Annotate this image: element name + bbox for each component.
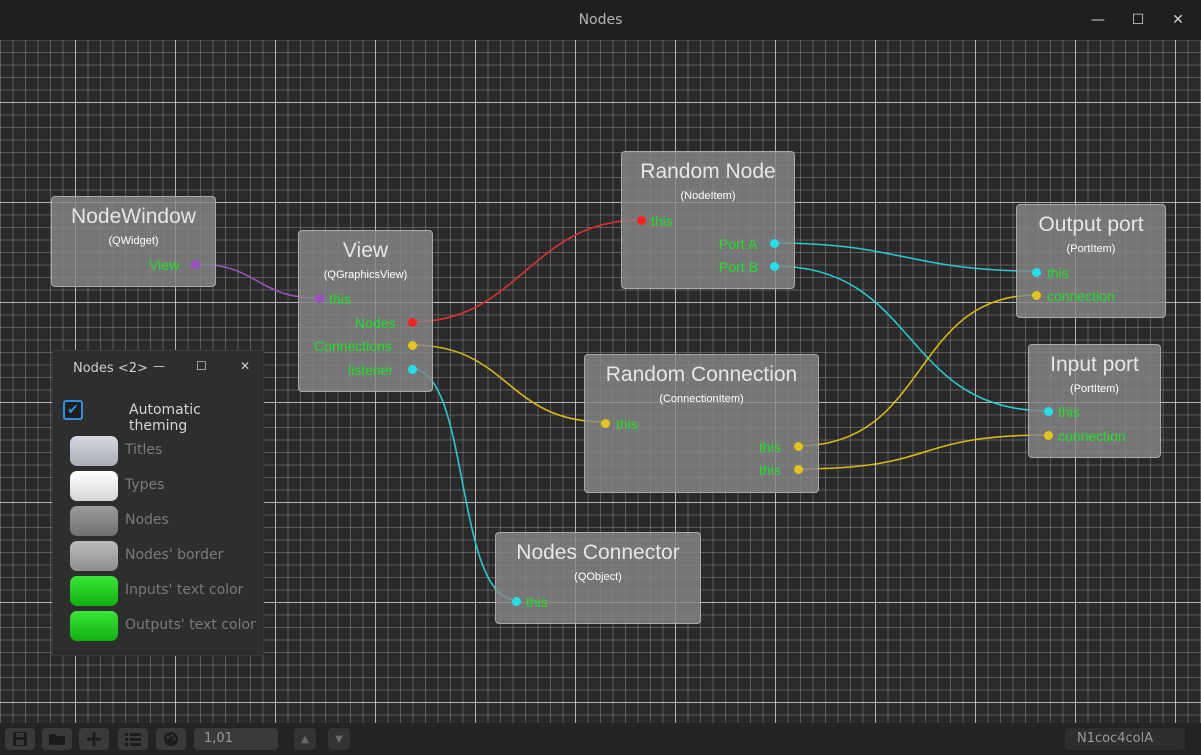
dialog-close-button[interactable]: ✕ xyxy=(240,359,250,373)
node-type: (PortItem) xyxy=(1070,383,1119,395)
port-label-port-b: Port B xyxy=(719,259,758,275)
swatch-label: Nodes' border xyxy=(125,547,224,563)
wire-conn-this1-to-output-connection xyxy=(797,294,1037,447)
list-button[interactable] xyxy=(118,728,148,750)
check-icon: ✔ xyxy=(67,402,79,418)
port-dot[interactable] xyxy=(1044,431,1053,440)
port-label-connection: connection xyxy=(1058,428,1126,444)
node-title: Random Connection xyxy=(605,363,798,386)
status-field: N1coc4colA xyxy=(1065,728,1185,750)
port-dot[interactable] xyxy=(512,597,521,606)
color-swatch-inputs-text[interactable] xyxy=(70,576,118,606)
port-label-this: this xyxy=(329,291,351,307)
port-label-listener: listener xyxy=(348,362,394,378)
wire-porta-to-output-this xyxy=(773,242,1037,272)
port-dot[interactable] xyxy=(770,262,779,271)
node-title: View xyxy=(342,239,389,262)
zoom-up-button[interactable]: ▲ xyxy=(294,728,316,750)
port-dot[interactable] xyxy=(770,239,779,248)
swatch-label: Nodes xyxy=(125,512,169,528)
wire-nodes-to-random-node xyxy=(411,219,642,323)
swatch-label: Outputs' text color xyxy=(125,617,256,633)
node-type: (QGraphicsView) xyxy=(323,269,408,281)
swatch-label: Titles xyxy=(125,442,163,458)
node-nodewindow[interactable]: NodeWindow (QWidget) View xyxy=(51,196,216,287)
node-title: NodeWindow xyxy=(71,205,196,228)
dialog-minimize-button[interactable]: — xyxy=(153,359,165,373)
node-type: (PortItem) xyxy=(1066,243,1116,255)
auto-theming-label: Automatic theming xyxy=(129,402,201,434)
port-label-this: this xyxy=(759,439,781,455)
swatch-label: Types xyxy=(125,477,165,493)
dialog-maximize-button[interactable]: ☐ xyxy=(196,359,207,373)
node-title: Input port xyxy=(1050,353,1139,376)
palette-button[interactable] xyxy=(156,728,186,750)
node-input-port[interactable]: Input port (PortItem) this connection xyxy=(1028,344,1161,458)
port-label-this: this xyxy=(759,462,781,478)
port-dot[interactable] xyxy=(1032,291,1041,300)
wire-conn-this2-to-input-connection xyxy=(797,434,1049,470)
node-title: Output port xyxy=(1038,213,1144,236)
bottom-toolbar: 1,01 ▲ ▼ N1coc4colA xyxy=(0,723,1201,755)
auto-theming-checkbox[interactable]: ✔ xyxy=(63,400,83,420)
save-icon xyxy=(13,732,27,746)
node-type: (ConnectionItem) xyxy=(659,393,744,405)
port-dot[interactable] xyxy=(1044,407,1053,416)
port-dot[interactable] xyxy=(1032,268,1041,277)
port-dot[interactable] xyxy=(408,318,417,327)
color-swatch-titles[interactable] xyxy=(70,436,118,466)
color-swatch-outputs-text[interactable] xyxy=(70,611,118,641)
theming-dialog: Nodes <2> — ☐ ✕ ✔ Automatic theming Titl… xyxy=(52,350,264,656)
node-random-connection[interactable]: Random Connection (ConnectionItem) this … xyxy=(584,354,819,493)
open-button[interactable] xyxy=(42,728,72,750)
port-label-this: this xyxy=(1047,265,1069,281)
wire-connections-to-random-connection xyxy=(411,344,606,423)
chevron-down-icon: ▼ xyxy=(335,733,343,745)
palette-icon xyxy=(164,732,178,746)
node-random-node[interactable]: Random Node (NodeItem) this Port A Port … xyxy=(621,151,795,289)
chevron-up-icon: ▲ xyxy=(301,733,309,745)
port-label-this: this xyxy=(616,416,638,432)
port-label-connections: Connections xyxy=(314,338,392,354)
port-dot[interactable] xyxy=(794,442,803,451)
swatch-label: Inputs' text color xyxy=(125,582,244,598)
port-dot[interactable] xyxy=(601,419,610,428)
node-title: Nodes Connector xyxy=(516,541,680,564)
node-type: (QObject) xyxy=(574,571,622,583)
color-swatch-nodes[interactable] xyxy=(70,506,118,536)
node-type: (QWidget) xyxy=(108,235,159,247)
port-label-view: View xyxy=(149,257,180,273)
color-swatch-nodes-border[interactable] xyxy=(70,541,118,571)
port-dot[interactable] xyxy=(408,365,417,374)
open-folder-icon xyxy=(49,734,65,745)
port-dot[interactable] xyxy=(191,260,200,269)
node-view[interactable]: View (QGraphicsView) this Nodes Connecti… xyxy=(298,230,433,392)
port-dot[interactable] xyxy=(315,294,324,303)
port-label-this: this xyxy=(526,594,548,610)
zoom-field[interactable]: 1,01 xyxy=(194,728,278,750)
dialog-title: Nodes <2> xyxy=(73,361,148,376)
node-type: (NodeItem) xyxy=(680,190,736,202)
color-swatch-types[interactable] xyxy=(70,471,118,501)
node-title: Random Node xyxy=(640,160,776,183)
port-dot[interactable] xyxy=(794,465,803,474)
port-label-connection: connection xyxy=(1047,288,1115,304)
node-nodes-connector[interactable]: Nodes Connector (QObject) this xyxy=(495,532,701,624)
add-icon xyxy=(87,732,101,746)
port-label-this: this xyxy=(1058,404,1080,420)
port-dot[interactable] xyxy=(408,341,417,350)
zoom-down-button[interactable]: ▼ xyxy=(328,728,350,750)
save-button[interactable] xyxy=(5,728,35,750)
port-label-nodes: Nodes xyxy=(355,315,396,331)
port-dot[interactable] xyxy=(637,216,646,225)
node-output-port[interactable]: Output port (PortItem) this connection xyxy=(1016,204,1166,318)
add-button[interactable] xyxy=(79,728,109,750)
port-label-port-a: Port A xyxy=(719,236,758,252)
port-label-this: this xyxy=(651,213,673,229)
list-icon xyxy=(125,733,141,746)
